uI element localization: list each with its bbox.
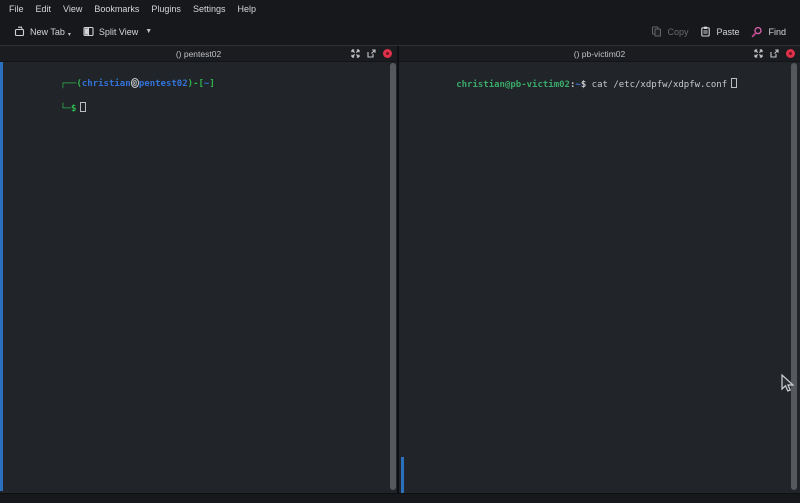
scrollbar-handle[interactable] xyxy=(791,63,797,490)
terminal-pentest02[interactable]: ┌──(christian@pentest02)-[~] └─$ xyxy=(0,62,397,493)
window-bottom-edge xyxy=(0,493,800,503)
copy-button: Copy xyxy=(645,23,694,40)
prompt-user: christian xyxy=(82,79,131,89)
new-tab-icon xyxy=(14,26,25,37)
terminal-cursor xyxy=(731,78,737,88)
split-view-icon xyxy=(83,26,94,37)
menu-view[interactable]: View xyxy=(57,2,88,16)
maximize-terminal-icon[interactable] xyxy=(351,49,360,58)
maximize-terminal-icon[interactable] xyxy=(754,49,763,58)
pane-header-pb-victim02[interactable]: () pb-victim02 xyxy=(399,46,800,62)
split-view-chevron-icon: ▼ xyxy=(145,28,152,35)
mouse-pointer xyxy=(781,374,795,399)
split-view-label: Split View xyxy=(99,27,138,37)
detach-tab-icon[interactable] xyxy=(770,49,779,58)
copy-icon xyxy=(651,26,662,37)
scroll-highlight-strip xyxy=(0,62,3,491)
terminal-cursor xyxy=(80,102,86,112)
find-icon xyxy=(751,26,763,38)
pane-title: () pb-victim02 xyxy=(399,49,800,59)
find-label: Find xyxy=(768,27,786,37)
prompt-userhost: christian@pb-victim02 xyxy=(456,80,570,90)
pane-header-pentest02[interactable]: () pentest02 xyxy=(0,46,397,62)
menu-bookmarks[interactable]: Bookmarks xyxy=(88,2,145,16)
menu-file[interactable]: File xyxy=(3,2,30,16)
paste-icon xyxy=(700,26,711,37)
prompt-frame-open: ┌──( xyxy=(60,79,82,89)
terminal-output: christian@pb-victim02:~$ cat /etc/xdpfw/… xyxy=(402,66,737,103)
find-button[interactable]: Find xyxy=(745,23,792,41)
terminal-pane-pentest02: () pentest02 ┌──(christian@pentest02)-[~… xyxy=(0,46,397,493)
menu-bar: File Edit View Bookmarks Plugins Setting… xyxy=(0,0,800,18)
typed-command: cat /etc/xdpfw/xdpfw.conf xyxy=(586,80,727,90)
copy-label: Copy xyxy=(667,27,688,37)
close-pane-button[interactable] xyxy=(383,49,392,58)
prompt-line2: └─$ xyxy=(60,104,76,114)
terminal-pane-pb-victim02: () pb-victim02 christian@pb-victim02:~$ … xyxy=(399,46,800,493)
new-tab-label: New Tab xyxy=(30,27,65,37)
split-view-button[interactable]: Split View ▼ xyxy=(77,23,158,40)
pane-title: () pentest02 xyxy=(0,49,397,59)
terminal-output: ┌──(christian@pentest02)-[~] └─$ xyxy=(6,66,215,127)
menu-edit[interactable]: Edit xyxy=(30,2,58,16)
menu-plugins[interactable]: Plugins xyxy=(145,2,187,16)
paste-button[interactable]: Paste xyxy=(694,23,745,40)
kali-at-symbol: @ xyxy=(131,78,139,88)
detach-tab-icon[interactable] xyxy=(367,49,376,58)
new-tab-dropdown-caret-icon: ▾ xyxy=(68,31,71,38)
terminal-pb-victim02[interactable]: christian@pb-victim02:~$ cat /etc/xdpfw/… xyxy=(399,62,800,493)
paste-label: Paste xyxy=(716,27,739,37)
close-pane-button[interactable] xyxy=(786,49,795,58)
split-container: () pentest02 ┌──(christian@pentest02)-[~… xyxy=(0,45,800,493)
new-tab-button[interactable]: New Tab ▾ xyxy=(8,22,77,41)
prompt-host: pentest02 xyxy=(139,79,188,89)
prompt-frame-close: ] xyxy=(209,79,214,89)
konsole-window: File Edit View Bookmarks Plugins Setting… xyxy=(0,0,800,503)
prompt-frame-mid: )-[ xyxy=(188,79,204,89)
scrollbar-handle[interactable] xyxy=(390,63,396,490)
menu-help[interactable]: Help xyxy=(231,2,262,16)
menu-settings[interactable]: Settings xyxy=(187,2,232,16)
scroll-highlight-strip xyxy=(401,457,404,493)
toolbar: New Tab ▾ Split View ▼ Copy Paste xyxy=(0,18,800,45)
